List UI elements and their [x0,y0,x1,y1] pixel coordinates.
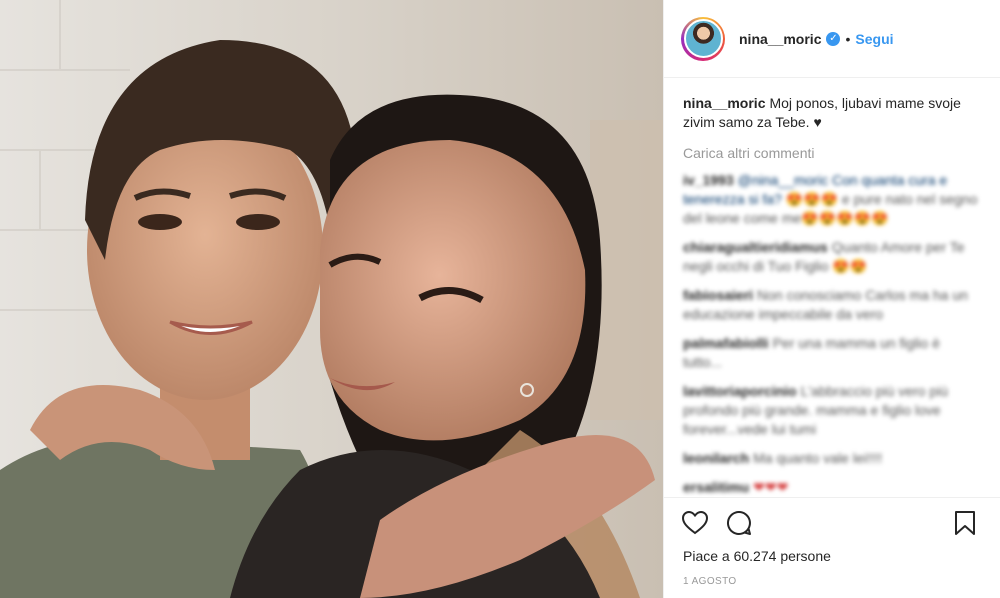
username-link[interactable]: nina__moric [739,31,821,47]
comment-item: fabiosaieri Non conosciamo Carlos ma ha u… [683,286,982,324]
comment-item: chiaragualtieridiamus Quanto Amore per Te… [683,238,982,276]
avatar[interactable] [683,19,723,58]
heart-outline-icon[interactable] [681,509,709,537]
bookmark-icon[interactable] [951,509,979,537]
comment-username[interactable]: leonilarch [683,450,749,466]
post-photo[interactable] [0,0,663,598]
caption-username[interactable]: nina__moric [683,95,765,111]
likes-prefix: Piace a [683,548,730,564]
comment-emoji: 😍😍😍 [785,191,839,207]
comment-username[interactable]: lavittoriaporcinio [683,383,797,399]
comments-list[interactable]: nina__moric Moj ponos, ljubavi mame svoje… [664,78,1000,498]
follow-button[interactable]: Segui [855,31,893,47]
post-header: nina__moric ✓ • Segui [664,0,1000,78]
comment-item: palmafabiolli Per una mamma un figlio è t… [683,334,982,372]
comment-emoji: ❤❤❤ [753,479,789,495]
separator-dot: • [845,30,851,47]
post-side-panel: nina__moric ✓ • Segui nina__moric Moj pon… [663,0,1000,598]
comment-emoji: 😍😍 [832,258,868,274]
comment-username[interactable]: fabiosaieri [683,287,753,303]
likes-count[interactable]: Piace a 60.274 persone [683,548,831,564]
avatar-story-ring[interactable] [681,16,725,61]
comment-item: leonilarch Ma quanto vale lei!!!! [683,449,982,468]
verified-badge-icon: ✓ [826,31,841,46]
photo-illustration [0,0,663,598]
comment-emoji: 😍😍😍😍😍 [801,210,889,226]
comment-username[interactable]: ersalitimu [683,479,749,495]
likes-number: 60.274 [733,548,777,564]
comment-username[interactable]: chiaragualtieridiamus [683,239,828,255]
comment-item: iv_1993 @nina__moric Con quanta cura e te… [683,171,982,228]
likes-suffix: persone [780,548,831,564]
comment-item: lavittoriaporcinio L'abbraccio più vero p… [683,382,982,439]
caption: nina__moric Moj ponos, ljubavi mame svoje… [683,94,963,132]
post-actions-bar [664,497,1000,547]
comment-username[interactable]: palmafabiolli [683,335,769,351]
load-more-comments-button[interactable]: Carica altri commenti [683,145,982,161]
comment-username[interactable]: iv_1993 [683,172,734,188]
comment-bubble-icon[interactable] [725,509,753,537]
comment-text: Ma quanto vale lei!!!! [753,450,883,466]
post-date: 1 AGOSTO [683,576,737,587]
comment-item: ersalitimu ❤❤❤ [683,478,982,497]
